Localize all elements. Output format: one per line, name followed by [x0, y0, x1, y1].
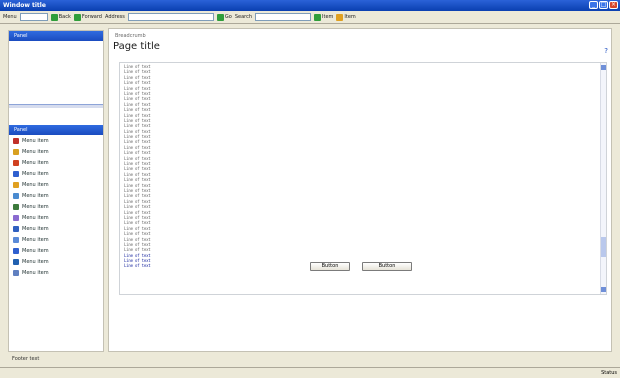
scroll-thumb[interactable] — [601, 237, 606, 257]
user-icon — [13, 203, 19, 210]
cancel-button[interactable]: Button — [310, 262, 350, 271]
footer-text: Footer text — [12, 356, 40, 362]
grid-icon — [13, 170, 19, 177]
sidebar: Panel Panel Menu item Menu item Menu item M… — [8, 30, 104, 352]
calendar-icon — [13, 236, 19, 243]
sidebar-item[interactable]: Menu item — [9, 179, 103, 190]
sidebar-item[interactable]: Menu item — [9, 168, 103, 179]
address-input[interactable] — [127, 13, 214, 21]
go-label: Go — [224, 14, 232, 20]
forward-arrow-icon — [73, 13, 81, 21]
back-button[interactable]: Back — [50, 13, 71, 21]
sidebar-item-label: Menu item — [22, 247, 49, 254]
toolbar-item-2[interactable]: Item — [336, 13, 356, 21]
person-icon — [13, 247, 19, 254]
go-icon — [216, 13, 224, 21]
sidebar-item[interactable]: Menu item — [9, 234, 103, 245]
vertical-scrollbar[interactable] — [600, 63, 606, 294]
sidebar-item-label: Menu item — [22, 148, 49, 155]
sidebar-item[interactable]: Menu item — [9, 135, 103, 146]
box-icon — [13, 181, 19, 188]
sidebar-item[interactable]: Menu item — [9, 190, 103, 201]
document-icon — [13, 159, 19, 166]
breadcrumb[interactable]: Breadcrumb — [115, 33, 146, 39]
sidebar-item-label: Menu item — [22, 137, 49, 144]
sidebar-item-label: Menu item — [22, 214, 49, 221]
back-arrow-icon — [50, 13, 58, 21]
login-panel: Panel — [9, 31, 103, 105]
toolbar-item-2-label: Item — [344, 14, 356, 20]
scroll-up-icon[interactable] — [601, 65, 606, 70]
address-label: Address — [104, 14, 125, 20]
scroll-down-icon[interactable] — [601, 287, 606, 292]
status-bar: Status — [0, 367, 620, 378]
people-icon — [13, 258, 19, 265]
template-editor[interactable]: Line of text Line of text Line of text Line… — [119, 62, 607, 295]
main-content: Breadcrumb Page title ? Line of text Line… — [108, 28, 612, 352]
sidebar-item[interactable]: Menu item — [9, 212, 103, 223]
sidebar-item-label: Menu item — [22, 225, 49, 232]
help-icon[interactable]: ? — [604, 47, 608, 55]
maximize-button[interactable]: □ — [599, 1, 608, 9]
search-input[interactable] — [255, 13, 312, 21]
browser-toolbar: Menu Back Forward Address Go Search Item… — [0, 11, 620, 24]
sidebar-item[interactable]: Menu item — [9, 223, 103, 234]
menu-panel-title: Panel — [9, 125, 103, 135]
sidebar-item-label: Menu item — [22, 236, 49, 243]
sidebar-item-label: Menu item — [22, 192, 49, 199]
form-buttons: Button Button — [109, 262, 613, 271]
toolbar-item-1[interactable]: Item — [314, 13, 334, 21]
forward-label: Forward — [81, 14, 102, 20]
sidebar-item-label: Menu item — [22, 269, 49, 276]
menu-button[interactable]: Menu — [3, 14, 17, 20]
link-icon — [13, 225, 19, 232]
folder-icon — [13, 148, 19, 155]
item-icon — [314, 13, 322, 21]
sidebar-item[interactable]: Menu item — [9, 256, 103, 267]
status-right: Status — [601, 370, 617, 376]
login-panel-text — [9, 41, 103, 49]
sidebar-item[interactable]: Menu item — [9, 146, 103, 157]
forward-button[interactable]: Forward — [73, 13, 102, 21]
back-label: Back — [58, 14, 71, 20]
sidebar-item[interactable]: Menu item — [9, 245, 103, 256]
star-icon — [13, 137, 19, 144]
search-icon — [13, 214, 19, 221]
minimize-button[interactable]: _ — [589, 1, 598, 9]
sidebar-item[interactable]: Menu item — [9, 201, 103, 212]
item-icon — [336, 13, 344, 21]
sidebar-item-label: Menu item — [22, 258, 49, 265]
search-label: Search — [234, 14, 253, 20]
login-panel-title: Panel — [9, 31, 103, 41]
toolbar-item-1-label: Item — [322, 14, 334, 20]
sidebar-item[interactable]: Menu item — [9, 267, 103, 278]
close-button[interactable]: × — [609, 1, 618, 9]
globe-icon — [13, 192, 19, 199]
sidebar-item-label: Menu item — [22, 203, 49, 210]
sidebar-item[interactable]: Menu item — [9, 157, 103, 168]
page-title: Page title — [113, 41, 160, 52]
go-button[interactable]: Go — [216, 13, 232, 21]
clipboard-icon — [13, 269, 19, 276]
sidebar-item-label: Menu item — [22, 159, 49, 166]
sidebar-menu: Menu item Menu item Menu item Menu item Menu… — [9, 135, 103, 278]
sidebar-item-label: Menu item — [22, 170, 49, 177]
sidebar-item-label: Menu item — [22, 181, 49, 188]
editor-text[interactable]: Line of text Line of text Line of text Line… — [124, 64, 594, 269]
window-title: Window title — [3, 2, 46, 9]
save-button[interactable]: Button — [362, 262, 412, 271]
address-dropdown[interactable] — [19, 13, 48, 21]
title-bar: Window title _ □ × — [0, 0, 620, 11]
